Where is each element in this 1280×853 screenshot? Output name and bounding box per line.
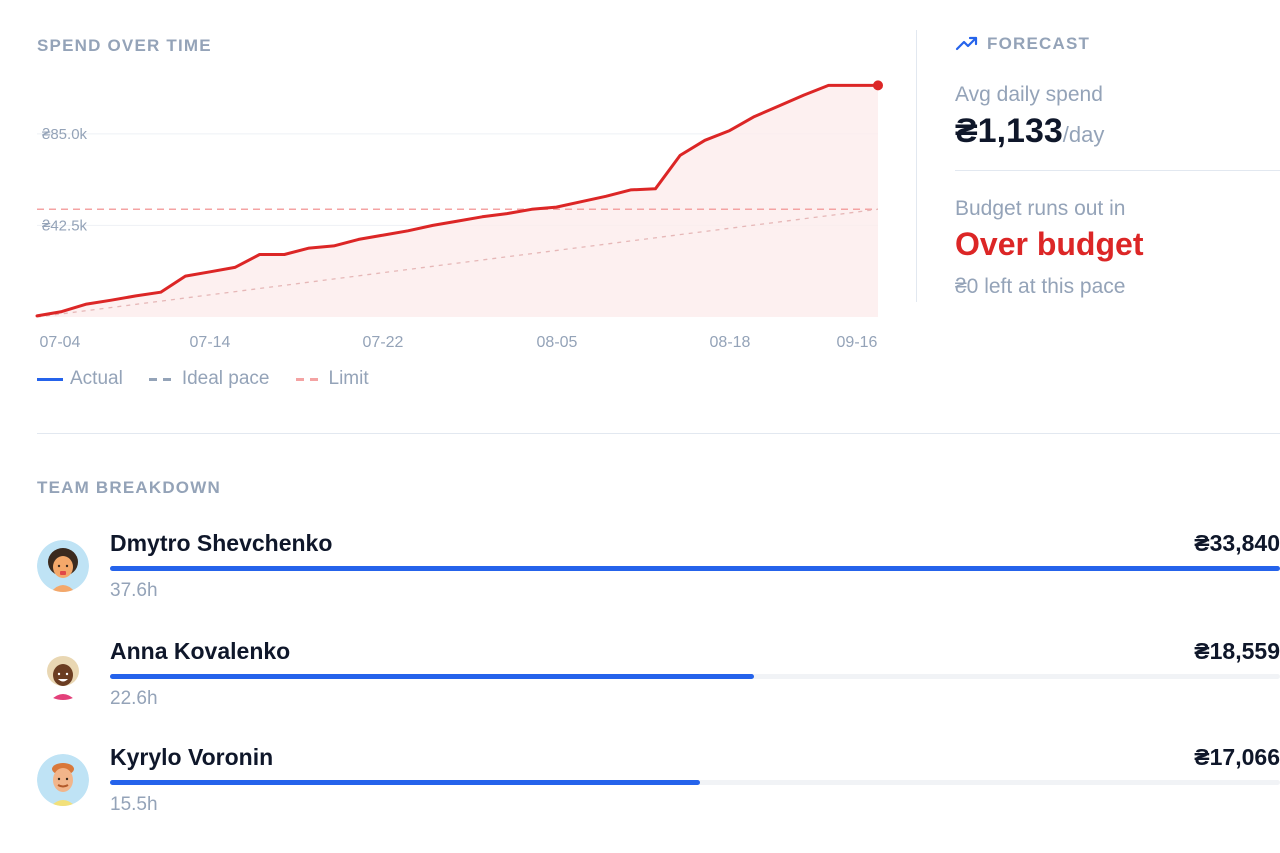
y-tick-label: ₴85.0k bbox=[42, 126, 88, 143]
avatar-anna-image bbox=[37, 648, 89, 700]
member-name: Kyrylo Voronin bbox=[110, 744, 274, 770]
budget-status: Over budget bbox=[955, 226, 1144, 262]
member-name: Dmytro Shevchenko bbox=[110, 530, 333, 556]
avatar bbox=[37, 754, 89, 806]
member-spend-bar bbox=[110, 566, 1280, 571]
x-tick-label: 07-22 bbox=[363, 334, 404, 351]
avatar bbox=[37, 648, 89, 700]
team-member-row[interactable]: Dmytro Shevchenko ₴33,840 37.6h bbox=[0, 530, 1280, 630]
forecast-title: FORECAST bbox=[987, 34, 1091, 53]
y-tick-label: ₴42.5k bbox=[42, 217, 88, 234]
member-hours: 37.6h bbox=[110, 580, 158, 601]
legend-actual: Actual bbox=[37, 368, 123, 390]
member-spend-bar-fill bbox=[110, 674, 754, 679]
member-hours: 15.5h bbox=[110, 794, 158, 815]
member-amount: ₴33,840 bbox=[1194, 530, 1280, 556]
avatar-kyrylo-image bbox=[37, 754, 89, 806]
member-spend-bar-fill bbox=[110, 566, 1280, 571]
forecast-divider bbox=[955, 170, 1280, 171]
spend-over-time-title: SPEND OVER TIME bbox=[37, 36, 212, 55]
avg-daily-spend-unit: /day bbox=[1062, 122, 1105, 147]
legend-limit-swatch bbox=[295, 377, 322, 381]
member-hours: 22.6h bbox=[110, 688, 158, 709]
x-tick-label: 07-14 bbox=[190, 334, 231, 351]
legend-actual-swatch bbox=[37, 377, 63, 381]
forecast-header: FORECAST bbox=[955, 34, 1090, 54]
spend-chart: ₴85.0k ₴42.5k 07-04 07-14 07-22 08-05 08-18 09-… bbox=[35, 80, 883, 351]
trending-up-icon bbox=[955, 36, 978, 51]
avg-daily-spend-amount: ₴1,133 bbox=[955, 112, 1063, 150]
avg-daily-spend-value: ₴1,133/day bbox=[955, 112, 1104, 151]
x-tick-label: 08-18 bbox=[710, 334, 751, 351]
x-tick-label: 09-16 bbox=[837, 334, 878, 351]
legend-ideal-swatch bbox=[148, 377, 175, 381]
section-divider bbox=[37, 433, 1280, 434]
team-member-row[interactable]: Anna Kovalenko ₴18,559 22.6h bbox=[0, 638, 1280, 738]
avatar bbox=[37, 540, 89, 592]
avg-daily-spend-label: Avg daily spend bbox=[955, 83, 1103, 106]
member-spend-bar bbox=[110, 674, 1280, 679]
x-tick-label: 08-05 bbox=[537, 334, 578, 351]
member-amount: ₴18,559 bbox=[1194, 638, 1280, 664]
legend-limit-label: Limit bbox=[328, 368, 369, 389]
x-tick-label: 07-04 bbox=[40, 334, 81, 351]
budget-runout-label: Budget runs out in bbox=[955, 197, 1126, 220]
legend-actual-label: Actual bbox=[70, 368, 123, 389]
member-amount: ₴17,066 bbox=[1194, 744, 1280, 770]
member-spend-bar-fill bbox=[110, 780, 700, 785]
chart-legend: Actual Ideal pace Limit bbox=[37, 368, 395, 390]
member-name: Anna Kovalenko bbox=[110, 638, 291, 664]
avatar-dmytro-image bbox=[37, 540, 89, 592]
vertical-divider bbox=[916, 30, 917, 302]
budget-left-note: ₴0 left at this pace bbox=[955, 275, 1126, 298]
legend-ideal-pace: Ideal pace bbox=[148, 368, 270, 390]
team-breakdown-title: TEAM BREAKDOWN bbox=[37, 478, 221, 497]
actual-end-point bbox=[873, 80, 883, 91]
legend-limit: Limit bbox=[295, 368, 369, 390]
legend-ideal-label: Ideal pace bbox=[181, 368, 270, 389]
actual-area bbox=[37, 85, 878, 318]
team-member-row[interactable]: Kyrylo Voronin ₴17,066 15.5h bbox=[0, 744, 1280, 844]
member-spend-bar bbox=[110, 780, 1280, 785]
